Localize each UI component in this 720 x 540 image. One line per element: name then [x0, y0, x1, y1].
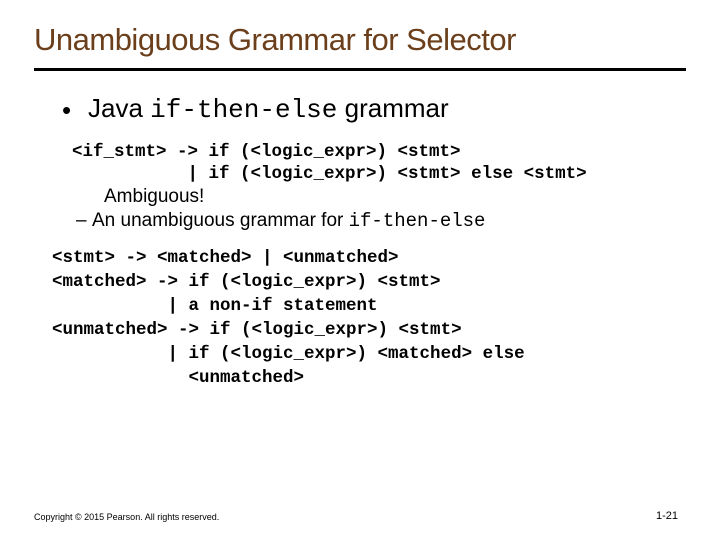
slide: Unambiguous Grammar for Selector •Java i…: [0, 0, 720, 540]
bullet1-code: if-then-else: [150, 95, 337, 125]
grammar2-line6: <unmatched>: [52, 368, 686, 388]
grammar2-line1: <stmt> -> <matched> | <unmatched>: [52, 248, 686, 268]
page-title: Unambiguous Grammar for Selector: [34, 22, 686, 58]
grammar2-line5: | if (<logic_expr>) <matched> else: [52, 344, 686, 364]
sub-pre: An unambiguous grammar for: [92, 210, 349, 231]
ambiguous-note: Ambiguous!: [104, 186, 686, 208]
copyright: Copyright © 2015 Pearson. All rights res…: [34, 512, 219, 522]
sub-bullet-unambiguous: –An unambiguous grammar for if-then-else: [76, 210, 686, 232]
page-number: 1-21: [656, 510, 678, 522]
sub-code: if-then-else: [349, 210, 486, 232]
bullet1-pre: Java: [88, 93, 150, 123]
bullet1-post: grammar: [337, 93, 448, 123]
bullet-java-grammar: •Java if-then-else grammar: [62, 93, 686, 126]
grammar1-line2: | if (<logic_expr>) <stmt> else <stmt>: [72, 164, 686, 184]
grammar2-line2: <matched> -> if (<logic_expr>) <stmt>: [52, 272, 686, 292]
title-rule: [34, 68, 686, 71]
dash-icon: –: [76, 210, 92, 232]
grammar2-line4: <unmatched> -> if (<logic_expr>) <stmt>: [52, 320, 686, 340]
grammar1-line1: <if_stmt> -> if (<logic_expr>) <stmt>: [72, 142, 686, 162]
bullet-dot-icon: •: [62, 95, 88, 126]
grammar2-line3: | a non-if statement: [52, 296, 686, 316]
